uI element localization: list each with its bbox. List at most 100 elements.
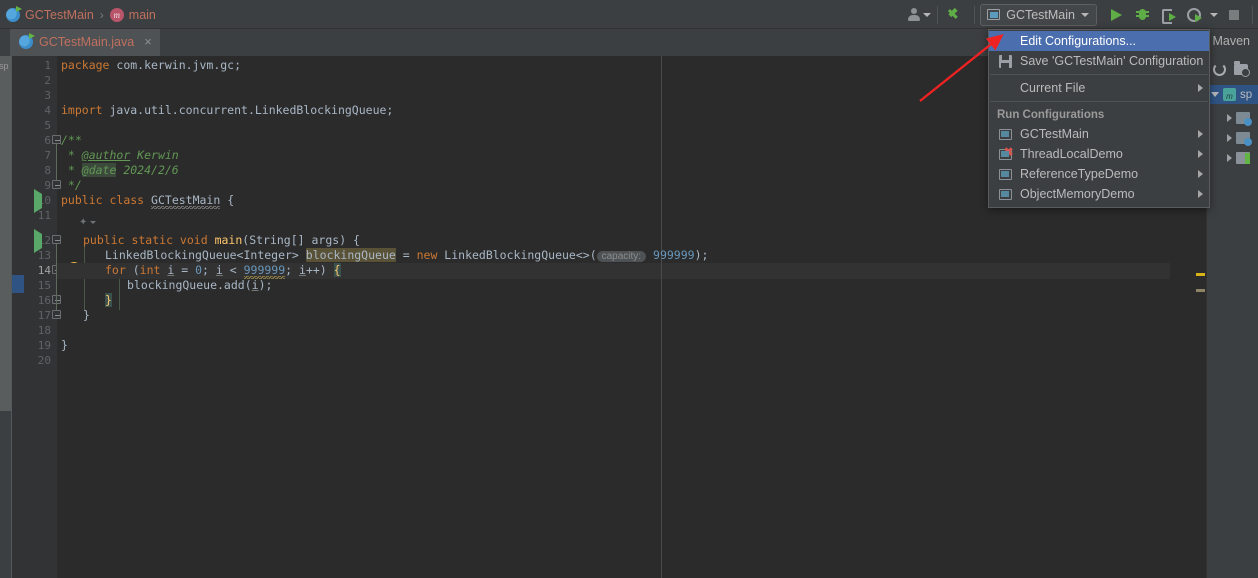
line-number: 17 [21, 309, 51, 322]
maven-module-icon: m [1223, 88, 1236, 101]
run-config-invalid-icon: ✖ [999, 149, 1012, 160]
save-icon [999, 55, 1012, 68]
run-gutter-icon-main[interactable] [34, 234, 42, 248]
code-line-7: * @author Kerwin [61, 148, 179, 163]
line-number: 20 [21, 354, 51, 367]
run-config-icon [999, 189, 1012, 200]
close-icon[interactable]: × [144, 35, 152, 48]
inlay-run-hint[interactable]: ✦ [79, 217, 96, 228]
java-method-icon: m [110, 8, 124, 22]
line-number: 19 [21, 339, 51, 352]
chevron-down-icon [1210, 13, 1218, 17]
menu-section-run-configurations: Run Configurations [989, 105, 1209, 124]
chevron-down-icon [1081, 13, 1089, 17]
sparkle-icon: ✦ [79, 217, 87, 228]
stop-icon [1229, 10, 1239, 20]
save-icon-wrap [997, 55, 1013, 68]
refresh-icon[interactable] [1213, 63, 1226, 76]
ide-window: GCTestMain › m main GCTestMain [0, 0, 1258, 578]
chevron-right-icon[interactable] [1227, 114, 1232, 122]
chevron-right-icon [1198, 84, 1203, 92]
chevron-down-icon[interactable] [1211, 92, 1219, 97]
debug-button[interactable] [1129, 2, 1155, 27]
user-avatar-button[interactable] [906, 2, 932, 27]
toolbar-divider-2 [974, 6, 975, 24]
maven-tree-item[interactable] [1207, 148, 1258, 168]
profiler-dropdown-button[interactable] [1207, 2, 1221, 27]
build-button[interactable] [943, 2, 969, 27]
chevron-right-icon [1198, 190, 1203, 198]
inlay-hint-capacity: capacity: [597, 251, 646, 262]
menu-config-referencetypedemo[interactable]: ReferenceTypeDemo [989, 164, 1209, 184]
menu-separator [990, 101, 1208, 102]
toolbar-actions: GCTestMain [906, 0, 1258, 29]
toolbar-divider-1 [937, 6, 938, 24]
run-gutter-icon-class[interactable] [34, 194, 42, 208]
chevron-right-icon [1198, 130, 1203, 138]
editor-tab-gctestmain[interactable]: GCTestMain.java × [10, 29, 160, 56]
toolbar-divider-3 [1252, 6, 1253, 24]
line-number: 1 [21, 59, 51, 72]
breadcrumb-item-method[interactable]: m main [110, 8, 156, 22]
code-line-10: public class GCTestMain { [61, 193, 234, 208]
run-play-icon [1111, 9, 1122, 21]
maven-tool-window[interactable]: m sp [1206, 56, 1258, 578]
code-line-6: /** [61, 133, 82, 148]
run-config-icon [999, 169, 1012, 180]
stop-button[interactable] [1221, 2, 1247, 27]
chevron-down-icon [90, 221, 96, 224]
run-with-coverage-icon [1162, 8, 1175, 21]
java-class-icon [6, 8, 20, 22]
run-config-icon [987, 9, 1000, 20]
profiler-icon [1187, 8, 1201, 22]
chevron-right-icon[interactable] [1227, 154, 1232, 162]
menu-config-objectmemorydemo[interactable]: ObjectMemoryDemo [989, 184, 1209, 204]
folder-blue-icon [1236, 132, 1250, 144]
breadcrumb-item-class[interactable]: GCTestMain [6, 8, 94, 22]
code-line-4: import java.util.concurrent.LinkedBlocki… [61, 103, 393, 118]
scrollbar-thumb[interactable] [0, 56, 11, 411]
run-with-coverage-button[interactable] [1155, 2, 1181, 27]
line-number: 5 [21, 119, 51, 132]
maven-tree-item[interactable] [1207, 128, 1258, 148]
run-configuration-selector[interactable]: GCTestMain [980, 4, 1097, 26]
debug-bug-icon [1136, 8, 1149, 21]
maven-tree-item[interactable] [1207, 108, 1258, 128]
chevron-right-icon[interactable] [1227, 134, 1232, 142]
left-strip-label: sp [0, 61, 9, 71]
left-tool-strip[interactable]: sp [0, 56, 11, 578]
folder-blue-icon [1236, 112, 1250, 124]
line-number: 18 [21, 324, 51, 337]
line-number: 16 [21, 294, 51, 307]
menu-config-gctestmain[interactable]: GCTestMain [989, 124, 1209, 144]
run-config-icon-wrap [997, 189, 1013, 200]
chevron-down-icon [923, 13, 931, 17]
run-config-icon-wrap [997, 129, 1013, 140]
maven-toolbar [1207, 56, 1258, 82]
code-line-12: public static void main(String[] args) { [83, 233, 360, 248]
menu-item-edit-configurations[interactable]: Edit Configurations... [989, 31, 1209, 51]
right-margin-guide [661, 56, 662, 578]
breadcrumb-method-label: main [129, 8, 156, 22]
run-button[interactable] [1103, 2, 1129, 27]
profiler-button[interactable] [1181, 2, 1207, 27]
add-maven-project-icon[interactable] [1234, 64, 1248, 75]
breadcrumb: GCTestMain › m main [6, 0, 156, 29]
line-number-current: 14 [21, 264, 51, 277]
breadcrumb-separator: › [98, 8, 106, 22]
code-line-16: } [105, 293, 112, 308]
maven-tree-root[interactable]: m sp [1207, 85, 1258, 104]
code-line-1: package com.kerwin.jvm.gc; [61, 58, 241, 73]
stripe-warning-marker[interactable] [1196, 289, 1205, 292]
run-configuration-menu[interactable]: Edit Configurations... Save 'GCTestMain'… [988, 29, 1210, 208]
stripe-warning-marker[interactable] [1196, 273, 1205, 276]
code-line-14: for (int i = 0; i < 999999; i++) { [105, 263, 341, 278]
menu-item-save-configuration[interactable]: Save 'GCTestMain' Configuration [989, 51, 1209, 71]
maven-panel-title[interactable]: Maven [1212, 34, 1250, 48]
menu-item-current-file[interactable]: Current File [989, 78, 1209, 98]
java-class-icon [19, 35, 33, 49]
menu-config-threadlocaldemo[interactable]: ✖ ThreadLocalDemo [989, 144, 1209, 164]
menu-separator [990, 74, 1208, 75]
menu-item-label: ReferenceTypeDemo [1020, 167, 1191, 181]
menu-item-label: Save 'GCTestMain' Configuration [1020, 54, 1203, 68]
